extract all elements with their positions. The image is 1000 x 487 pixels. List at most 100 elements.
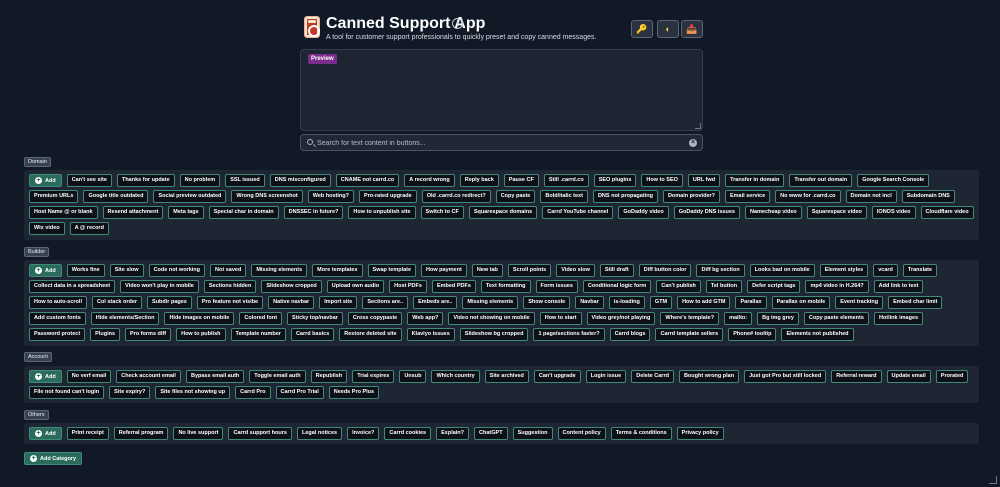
canned-message-button[interactable]: Carrd template sellers xyxy=(655,328,724,341)
canned-message-button[interactable]: Invoice? xyxy=(347,427,380,440)
canned-message-button[interactable]: How to publish xyxy=(176,328,226,341)
canned-message-button[interactable]: Carrd Pro xyxy=(235,386,271,399)
canned-message-button[interactable]: Form issues xyxy=(535,280,578,293)
canned-message-button[interactable]: Transfer in domain xyxy=(725,174,785,187)
canned-message-button[interactable]: Defer script tags xyxy=(747,280,801,293)
canned-message-button[interactable]: Email service xyxy=(725,190,771,203)
canned-message-button[interactable]: Code not working xyxy=(148,264,206,277)
canned-message-button[interactable]: SSL issued xyxy=(225,174,265,187)
canned-message-button[interactable]: Add custom fonts xyxy=(29,312,86,325)
canned-message-button[interactable]: Diff button color xyxy=(638,264,692,277)
canned-message-button[interactable]: Pause CF xyxy=(503,174,539,187)
canned-message-button[interactable]: Not saved xyxy=(210,264,247,277)
canned-message-button[interactable]: Missing elements xyxy=(462,296,519,309)
canned-message-button[interactable]: Video slow xyxy=(556,264,595,277)
canned-message-button[interactable]: Unsub xyxy=(399,370,427,383)
canned-message-button[interactable]: Namecheap video xyxy=(744,206,802,219)
canned-message-button[interactable]: Event tracking xyxy=(835,296,884,309)
canned-message-button[interactable]: GoDaddy video xyxy=(618,206,669,219)
add-button-domain[interactable]: + Add xyxy=(29,174,62,187)
canned-message-button[interactable]: Switch to CF xyxy=(420,206,464,219)
canned-message-button[interactable]: Subdir pages xyxy=(147,296,192,309)
canned-message-button[interactable]: Hotlink images xyxy=(873,312,924,325)
canned-message-button[interactable]: Premium URLs xyxy=(29,190,79,203)
canned-message-button[interactable]: Embed PDFs xyxy=(431,280,476,293)
canned-message-button[interactable]: Google title outdated xyxy=(83,190,149,203)
canned-message-button[interactable]: Can't publish xyxy=(656,280,701,293)
canned-message-button[interactable]: Check account email xyxy=(116,370,181,383)
category-label-builder[interactable]: Builder xyxy=(24,247,50,257)
canned-message-button[interactable]: DNS misconfigured xyxy=(269,174,331,187)
canned-message-button[interactable]: No problem xyxy=(179,174,221,187)
canned-message-button[interactable]: Where's template? xyxy=(660,312,720,325)
canned-message-button[interactable]: Klaviyo issues xyxy=(406,328,455,341)
canned-message-button[interactable]: Scroll points xyxy=(507,264,552,277)
theme-toggle-button[interactable]: ◐ xyxy=(657,20,679,38)
key-button[interactable]: 🔑 xyxy=(631,20,653,38)
canned-message-button[interactable]: Delete Carrd xyxy=(631,370,674,383)
canned-message-button[interactable]: vcard xyxy=(873,264,898,277)
canned-message-button[interactable]: How to auto-scroll xyxy=(29,296,87,309)
canned-message-button[interactable]: Bg img grey xyxy=(757,312,799,325)
canned-message-button[interactable]: Swap template xyxy=(367,264,417,277)
canned-message-button[interactable]: Hide elements/Section xyxy=(90,312,160,325)
canned-message-button[interactable]: How to add GTM xyxy=(677,296,731,309)
resize-handle-icon[interactable] xyxy=(695,123,701,129)
canned-message-button[interactable]: Old .carrd.co redirect? xyxy=(421,190,491,203)
preview-textarea[interactable]: Preview xyxy=(300,49,703,131)
canned-message-button[interactable]: Tel button xyxy=(705,280,743,293)
canned-message-button[interactable]: is-loading xyxy=(608,296,645,309)
add-button-account[interactable]: + Add xyxy=(29,370,62,383)
canned-message-button[interactable]: Site slow xyxy=(109,264,144,277)
canned-message-button[interactable]: Can't see site xyxy=(66,174,112,187)
canned-message-button[interactable]: Sections hidden xyxy=(203,280,257,293)
canned-message-button[interactable]: Carrd Pro Trial xyxy=(275,386,324,399)
canned-message-button[interactable]: Needs Pro Plus xyxy=(328,386,380,399)
canned-message-button[interactable]: Collect data in a spreadsheet xyxy=(29,280,116,293)
canned-message-button[interactable]: 1 page/sections faster? xyxy=(533,328,605,341)
canned-message-button[interactable]: Prorated xyxy=(935,370,969,383)
canned-message-button[interactable]: Translate xyxy=(902,264,938,277)
canned-message-button[interactable]: Slideshow bg cropped xyxy=(459,328,529,341)
canned-message-button[interactable]: Parallax xyxy=(735,296,767,309)
canned-message-button[interactable]: Content policy xyxy=(557,427,606,440)
add-category-button[interactable]: + Add Category xyxy=(24,452,83,465)
canned-message-button[interactable]: Host Name @ or blank xyxy=(29,206,98,219)
add-button-others[interactable]: + Add xyxy=(29,427,62,440)
canned-message-button[interactable]: Carrd cookies xyxy=(384,427,432,440)
info-icon[interactable]: i xyxy=(452,18,463,29)
canned-message-button[interactable]: Host PDFs xyxy=(389,280,427,293)
canned-message-button[interactable]: Bypass email auth xyxy=(185,370,245,383)
canned-message-button[interactable]: Plugins xyxy=(90,328,121,341)
canned-message-button[interactable]: Element styles xyxy=(819,264,869,277)
canned-message-button[interactable]: GTM xyxy=(649,296,673,309)
canned-message-button[interactable]: Phone# tooltip xyxy=(728,328,777,341)
canned-message-button[interactable]: Web app? xyxy=(407,312,444,325)
canned-message-button[interactable]: Still .carrd.co xyxy=(543,174,589,187)
canned-message-button[interactable]: Meta tags xyxy=(168,206,204,219)
canned-message-button[interactable]: Copy paste elements xyxy=(803,312,869,325)
canned-message-button[interactable]: Web hosting? xyxy=(307,190,354,203)
canned-message-button[interactable]: Import site xyxy=(319,296,358,309)
canned-message-button[interactable]: SEO plugins xyxy=(593,174,637,187)
canned-message-button[interactable]: Reply back xyxy=(459,174,499,187)
canned-message-button[interactable]: Login issue xyxy=(585,370,627,383)
canned-message-button[interactable]: Transfer out domain xyxy=(789,174,853,187)
canned-message-button[interactable]: URL fwd xyxy=(687,174,721,187)
canned-message-button[interactable]: Missing elements xyxy=(251,264,308,277)
canned-message-button[interactable]: No live support xyxy=(173,427,224,440)
canned-message-button[interactable]: Parallax on mobile xyxy=(771,296,831,309)
canned-message-button[interactable]: ChatGPT xyxy=(474,427,508,440)
canned-message-button[interactable]: Privacy policy xyxy=(676,427,724,440)
canned-message-button[interactable]: Video not showing on mobile xyxy=(448,312,535,325)
category-label-others[interactable]: Others xyxy=(24,410,49,420)
canned-message-button[interactable]: Hide images on mobile xyxy=(164,312,235,325)
canned-message-button[interactable]: Show console xyxy=(523,296,571,309)
canned-message-button[interactable]: Sticky top/navbar xyxy=(287,312,343,325)
canned-message-button[interactable]: Restore deleted site xyxy=(339,328,402,341)
canned-message-button[interactable]: Cloudflare video xyxy=(920,206,974,219)
canned-message-button[interactable]: Pro feature not visibe xyxy=(196,296,264,309)
canned-message-button[interactable]: Video grey/not playing xyxy=(586,312,656,325)
canned-message-button[interactable]: Print receipt xyxy=(66,427,109,440)
canned-message-button[interactable]: Toggle email auth xyxy=(249,370,306,383)
